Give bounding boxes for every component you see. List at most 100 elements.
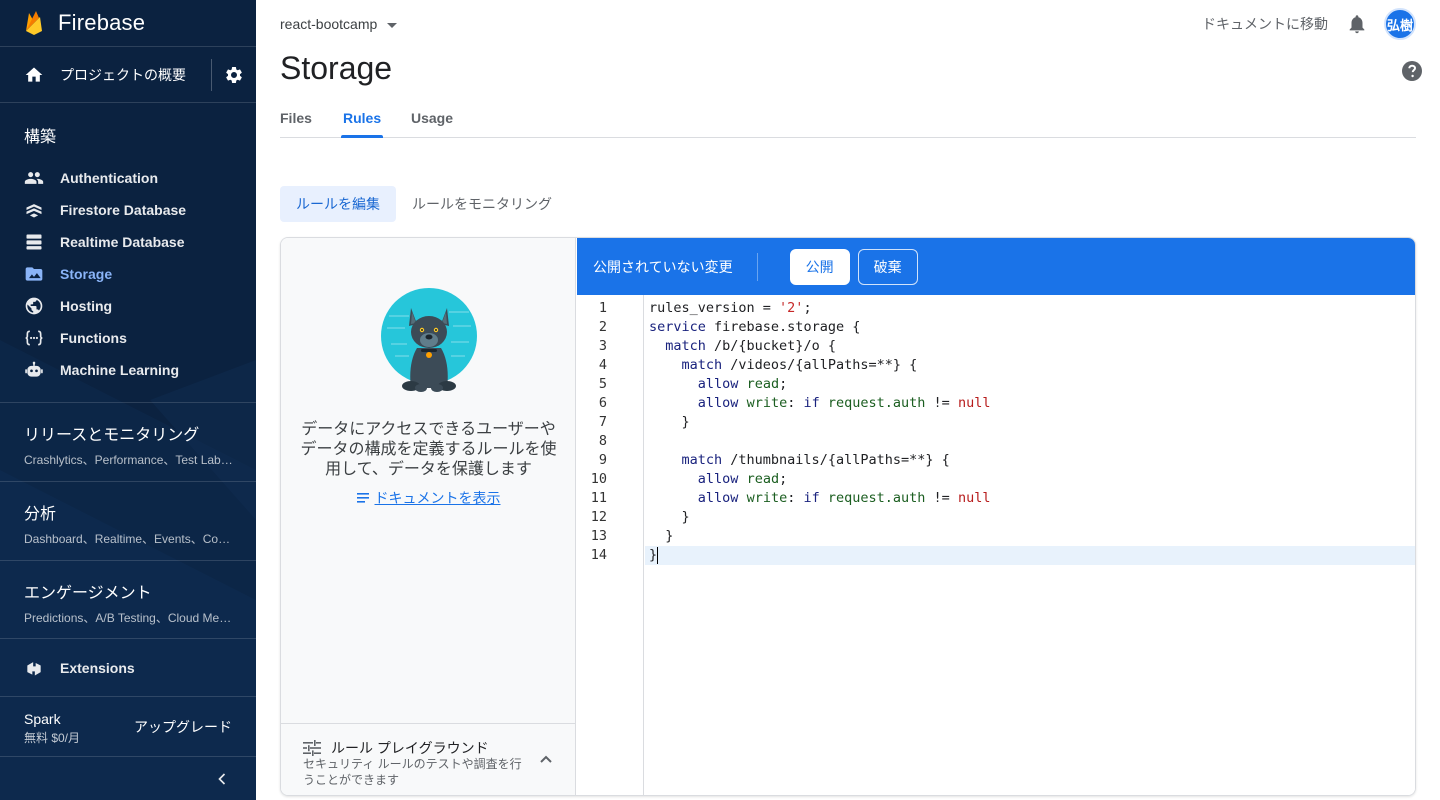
code-line: service firebase.storage {: [649, 319, 861, 335]
line-number: 8: [598, 433, 607, 449]
sidebar-item-label: Authentication: [60, 170, 158, 186]
line-number: 10: [590, 471, 607, 487]
sidebar-item-machine-learning[interactable]: Machine Learning: [0, 354, 256, 386]
unsaved-changes-label: 公開されていない変更: [593, 258, 733, 275]
line-number: 9: [598, 452, 607, 468]
firebase-brand[interactable]: Firebase: [0, 0, 256, 47]
plan-section: Spark 無料 $0/月 アップグレード: [0, 696, 256, 756]
help-icon[interactable]: [1400, 59, 1424, 83]
tab-rules[interactable]: Rules: [343, 110, 381, 126]
sidebar-item-label: Extensions: [60, 659, 135, 676]
line-number: 5: [598, 376, 607, 392]
sidebar-item-label: Hosting: [60, 298, 113, 314]
sidebar-collapse-bar: [0, 756, 256, 800]
main-content: react-bootcamp ドキュメントに移動 弘樹 Storage File…: [256, 0, 1440, 800]
upgrade-button[interactable]: アップグレード: [134, 717, 232, 737]
publish-button[interactable]: 公開: [789, 248, 850, 285]
docs-link[interactable]: ドキュメントに移動: [1202, 14, 1328, 34]
line-number: 14: [590, 547, 607, 563]
sidebar-item-functions[interactable]: Functions: [0, 322, 256, 354]
line-number: 13: [590, 528, 607, 544]
database-icon: [26, 234, 42, 250]
subtab-edit-rules[interactable]: ルールを編集: [280, 186, 396, 222]
build-section-title: 構築: [24, 129, 57, 146]
rules-playground[interactable]: ルール プレイグラウンド セキュリティ ルールのテストや調査を行うことができます: [281, 723, 576, 795]
sidebar-item-realtime-database[interactable]: Realtime Database: [0, 226, 256, 258]
group-title: 分析: [24, 506, 57, 523]
group-subtitle: Crashlytics、Performance、Test Lab、App Dis…: [24, 453, 234, 467]
chevron-left-icon[interactable]: [212, 769, 232, 789]
header-actions: ドキュメントに移動 弘樹: [1202, 8, 1416, 40]
firebase-logo-icon: [26, 11, 42, 35]
playground-description: セキュリティ ルールのテストや調査を行うことができます: [303, 757, 522, 787]
subtab-monitor-rules[interactable]: ルールをモニタリング: [396, 186, 568, 222]
line-number: 6: [598, 395, 607, 411]
current-line-highlight: [645, 546, 1415, 565]
line-number: 7: [598, 414, 607, 430]
line-number: 2: [598, 319, 607, 335]
sidebar-group-engagement[interactable]: エンゲージメント Predictions、A/B Testing、Cloud M…: [0, 560, 256, 638]
view-docs-label: ドキュメントを表示: [374, 490, 501, 506]
active-tab-indicator: [341, 135, 383, 138]
chevron-up-icon: [540, 755, 552, 763]
group-title: リリースとモニタリング: [24, 427, 200, 444]
code-line: }: [649, 528, 674, 544]
sidebar-item-label: Machine Learning: [60, 362, 180, 378]
robot-icon: [25, 361, 43, 377]
firestore-icon: [26, 204, 42, 218]
chevron-down-icon: [387, 22, 398, 28]
page-tabs: Files Rules Usage: [280, 100, 1416, 138]
code-line: allow read;: [697, 471, 788, 487]
group-subtitle: Dashboard、Realtime、Events、Conversions: [24, 532, 234, 546]
code-line: allow read;: [697, 376, 788, 392]
storage-icon: [25, 267, 43, 281]
tab-usage[interactable]: Usage: [411, 110, 453, 126]
sidebar-item-label: Functions: [60, 330, 127, 346]
project-overview[interactable]: プロジェクトの概要: [0, 48, 256, 103]
extensions-icon: [27, 661, 41, 675]
line-number: 3: [598, 338, 607, 354]
group-subtitle: Predictions、A/B Testing、Cloud Messaging: [24, 611, 234, 625]
rules-editor: 公開されていない変更 公開 破棄 1 2 3 4 5 6 7 8 9 10 11: [577, 238, 1415, 795]
code-line: match /b/{bucket}/o {: [665, 338, 836, 354]
bell-icon[interactable]: [1346, 13, 1368, 35]
code-line: rules_version = '2';: [649, 300, 812, 316]
page-title: Storage: [280, 50, 393, 86]
sidebar-item-hosting[interactable]: Hosting: [0, 290, 256, 322]
code-line: }: [649, 547, 658, 563]
tab-files[interactable]: Files: [280, 110, 312, 126]
line-number: 1: [598, 300, 607, 316]
sidebar-item-extensions[interactable]: Extensions: [0, 638, 256, 696]
sidebar-group-analytics[interactable]: 分析 Dashboard、Realtime、Events、Conversions: [0, 481, 256, 560]
sidebar-item-authentication[interactable]: Authentication: [0, 162, 256, 194]
gear-icon[interactable]: [224, 65, 244, 85]
rules-subtabs: ルールを編集 ルールをモニタリング: [280, 186, 568, 222]
discard-button[interactable]: 破棄: [857, 248, 918, 285]
divider: [211, 59, 212, 91]
people-icon: [24, 172, 44, 184]
code-line: allow write: if request.auth != null: [697, 395, 991, 411]
sidebar-item-label: Storage: [60, 266, 113, 282]
plan-name: Spark: [24, 711, 61, 727]
code-line: }: [649, 414, 690, 430]
code-line: }: [649, 509, 690, 525]
line-number: 4: [598, 357, 607, 373]
tune-icon: [303, 740, 321, 756]
line-number: 12: [590, 509, 607, 525]
brand-name: Firebase: [58, 10, 146, 35]
sidebar-group-release-monitoring[interactable]: リリースとモニタリング Crashlytics、Performance、Test…: [0, 402, 256, 481]
sidebar-item-label: Realtime Database: [60, 234, 185, 250]
code-editor[interactable]: 1 2 3 4 5 6 7 8 9 10 11 12 13 14 rules_v…: [577, 295, 1415, 795]
text-cursor: [657, 547, 658, 564]
sidebar-item-storage[interactable]: Storage: [0, 258, 256, 290]
avatar[interactable]: 弘樹: [1384, 8, 1416, 40]
project-selector[interactable]: react-bootcamp: [280, 16, 398, 32]
unsaved-changes-bar: 公開されていない変更 公開 破棄: [577, 238, 1415, 295]
home-icon: [25, 67, 43, 82]
project-name: react-bootcamp: [280, 16, 378, 32]
rules-info-text: データにアクセスできるユーザーやデータの構成を定義するルールを使用して、データを…: [300, 421, 557, 478]
code-line: allow write: if request.auth != null: [697, 490, 991, 506]
view-docs-link[interactable]: ドキュメントを表示: [281, 488, 576, 508]
sidebar-item-firestore[interactable]: Firestore Database: [0, 194, 256, 226]
code-line: match /thumbnails/{allPaths=**} {: [681, 452, 950, 468]
